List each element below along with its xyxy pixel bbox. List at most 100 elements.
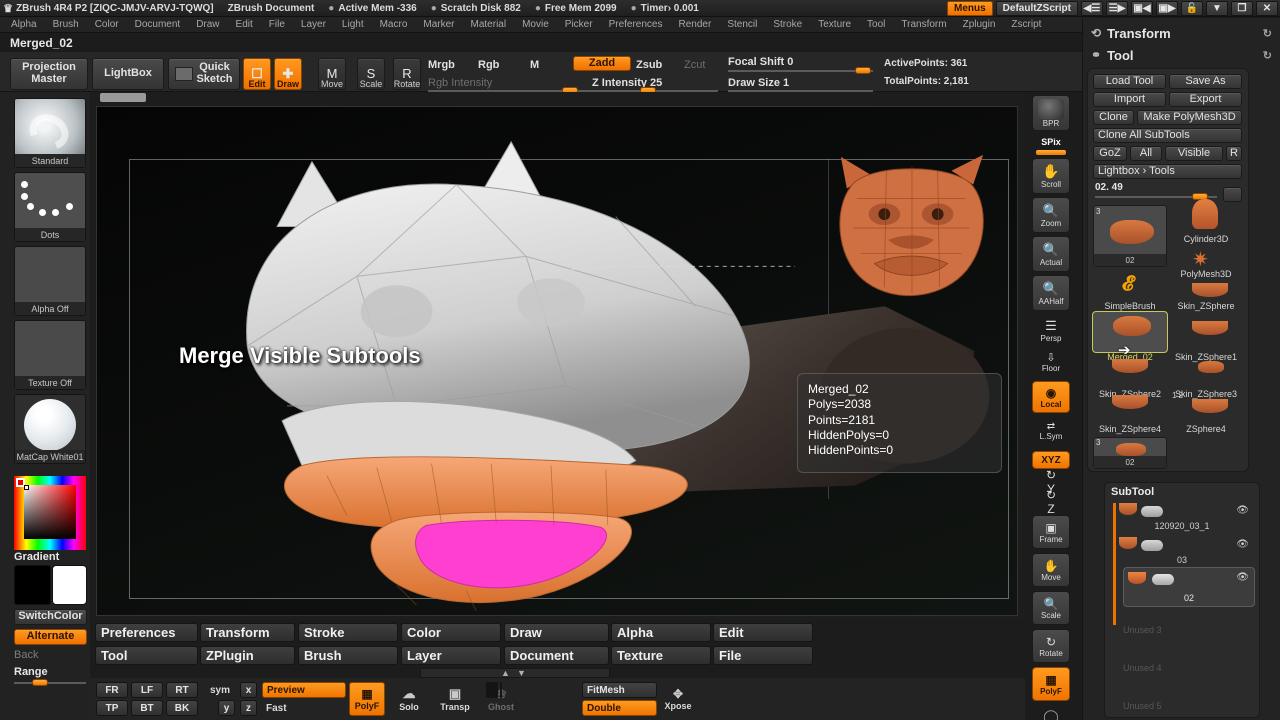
tool-palette-header[interactable]: ⚭ Tool ↻ (1083, 44, 1280, 66)
restore-icon[interactable]: ❐ (1231, 1, 1253, 16)
close-icon[interactable]: ✕ (1256, 1, 1278, 16)
save-as-button[interactable]: Save As (1169, 74, 1242, 89)
secondary-color-swatch[interactable] (52, 565, 87, 605)
visible-button[interactable]: Visible (1165, 146, 1223, 161)
floor-button[interactable]: ⇩ Floor (1032, 347, 1070, 377)
zscript-prev-icon[interactable]: ◀☰ (1081, 1, 1103, 16)
bottom-menu-brush[interactable]: Brush (298, 646, 398, 665)
subtool-unused-4[interactable]: Unused 4 (1123, 663, 1162, 673)
rgb-button[interactable]: Rgb (478, 59, 499, 71)
move-button[interactable]: M Move (318, 58, 346, 90)
range-slider-track[interactable] (14, 682, 86, 684)
texture-swatch[interactable]: Texture Off (14, 320, 86, 390)
bottom-menu-texture[interactable]: Texture (611, 646, 711, 665)
menu-stroke[interactable]: Stroke (766, 18, 809, 31)
bottom-menu-color[interactable]: Color (401, 623, 501, 642)
extra-tool-button[interactable]: ◯ (1032, 705, 1070, 720)
bottom-view-button[interactable]: BT (131, 700, 163, 716)
zsub-button[interactable]: Zsub (636, 59, 662, 71)
menu-draw[interactable]: Draw (189, 18, 226, 31)
subtool-visibility-toggle[interactable] (1141, 506, 1163, 517)
range-slider-label[interactable]: Range (14, 666, 48, 678)
main-color-swatch[interactable] (14, 565, 51, 605)
focal-shift-slider-label[interactable]: Focal Shift 0 (728, 56, 793, 68)
stroke-swatch[interactable]: Dots (14, 172, 86, 242)
skin-zsphere3-icon[interactable] (1198, 361, 1224, 373)
menu-brush[interactable]: Brush (46, 18, 86, 31)
load-tool-button[interactable]: Load Tool (1093, 74, 1166, 89)
tool-item-skin-zsphere4[interactable]: Skin_ZSphere4 (1090, 424, 1170, 434)
skin-zsphere2-icon[interactable] (1112, 359, 1148, 373)
subtool-row-120920_03_1[interactable]: 👁 (1115, 501, 1253, 523)
tool-item-02-bottom[interactable]: 3 02 (1093, 437, 1167, 469)
clone-all-subtools-button[interactable]: Clone All SubTools (1093, 128, 1242, 143)
top-view-button[interactable]: TP (96, 700, 128, 716)
goz-r-button[interactable]: R (1226, 146, 1242, 161)
projection-master-button[interactable]: Projection Master (10, 58, 88, 90)
menu-color[interactable]: Color (88, 18, 126, 31)
xyz-button[interactable]: XYZ (1032, 451, 1070, 469)
zoom-button[interactable]: 🔍 Zoom (1032, 197, 1070, 233)
palette-scroll-strip[interactable]: ▲ ▼ (420, 668, 610, 678)
menu-zplugin[interactable]: Zplugin (956, 18, 1003, 31)
skin-zsphere1-icon[interactable] (1192, 321, 1228, 335)
skin-zsphere-icon[interactable] (1192, 283, 1228, 297)
draw-button[interactable]: ✚ Draw (274, 58, 302, 90)
sym-x-button[interactable]: x (240, 682, 257, 698)
persp-button[interactable]: ☰ Persp (1032, 315, 1070, 345)
tool-item-simplebrush[interactable]: SimpleBrush (1093, 301, 1167, 311)
transform-refresh-icon[interactable]: ↻ (1263, 27, 1272, 40)
subtool-row-03[interactable]: 👁 (1115, 535, 1253, 557)
menu-render[interactable]: Render (672, 18, 719, 31)
zscript-name-button[interactable]: DefaultZScript (995, 1, 1078, 16)
eye-icon[interactable]: 👁 (1236, 572, 1249, 583)
tool-refresh-icon[interactable]: ↻ (1263, 49, 1272, 62)
scale-button[interactable]: S Scale (357, 58, 385, 90)
focal-shift-slider-knob[interactable] (855, 67, 871, 74)
fast-button[interactable]: Fast (262, 700, 312, 716)
alternate-button[interactable]: Alternate (14, 629, 87, 645)
move-gizmo-button[interactable]: ✋ Move (1032, 553, 1070, 587)
scroll-up-icon[interactable]: ▲ (501, 668, 510, 678)
zadd-button[interactable]: Zadd (573, 56, 631, 71)
window-cascade-icon[interactable]: ▣◀ (1131, 1, 1153, 16)
all-button[interactable]: All (1130, 146, 1162, 161)
tool-slider-value[interactable]: 02. 49 (1095, 182, 1123, 193)
scroll-down-icon[interactable]: ▼ (517, 668, 526, 678)
back-view-button[interactable]: BK (166, 700, 198, 716)
solo-button[interactable]: ☁ Solo (388, 682, 430, 716)
menu-light[interactable]: Light (335, 18, 371, 31)
scroll-button[interactable]: ✋ Scroll (1032, 158, 1070, 194)
bottom-menu-preferences[interactable]: Preferences (95, 623, 198, 642)
menu-movie[interactable]: Movie (515, 18, 556, 31)
make-polymesh3d-button[interactable]: Make PolyMesh3D (1137, 110, 1242, 125)
subtool-unused-3[interactable]: Unused 3 (1123, 625, 1162, 635)
mrgb-button[interactable]: Mrgb (428, 59, 455, 71)
bottom-menu-alpha[interactable]: Alpha (611, 623, 711, 642)
rotate-gizmo-button[interactable]: ↻ Rotate (1032, 629, 1070, 663)
polyf-button[interactable]: ▦ PolyF (1032, 667, 1070, 701)
bottom-menu-draw[interactable]: Draw (504, 623, 609, 642)
menu-document[interactable]: Document (128, 18, 188, 31)
clone-button[interactable]: Clone (1093, 110, 1134, 125)
bottom-menu-stroke[interactable]: Stroke (298, 623, 398, 642)
subtool-unused-5[interactable]: Unused 5 (1123, 701, 1162, 711)
lsym-button[interactable]: ⇄ L.Sym (1032, 417, 1070, 445)
aahalf-button[interactable]: 🔍 AAHalf (1032, 275, 1070, 311)
front-view-button[interactable]: FR (96, 682, 128, 698)
eye-icon[interactable]: 👁 (1236, 505, 1249, 516)
zcut-button[interactable]: Zcut (684, 59, 705, 71)
subtool-visibility-toggle[interactable] (1141, 540, 1163, 551)
switchcolor-button[interactable]: SwitchColor (14, 609, 87, 625)
xpose-button[interactable]: ✥ Xpose (660, 682, 696, 716)
menu-picker[interactable]: Picker (558, 18, 600, 31)
tool-item-polymesh3d[interactable]: PolyMesh3D (1170, 269, 1242, 279)
material-swatch[interactable]: MatCap White01 (14, 394, 86, 464)
spix-slider[interactable]: SPix (1032, 133, 1070, 151)
subtool-visibility-toggle[interactable] (1152, 574, 1174, 585)
color-square[interactable] (24, 485, 76, 539)
sym-y-button[interactable]: y (218, 700, 235, 716)
tool-item-cylinder3d[interactable]: Cylinder3D (1170, 234, 1242, 244)
menu-zscript[interactable]: Zscript (1004, 18, 1048, 31)
bottom-menu-file[interactable]: File (713, 646, 813, 665)
